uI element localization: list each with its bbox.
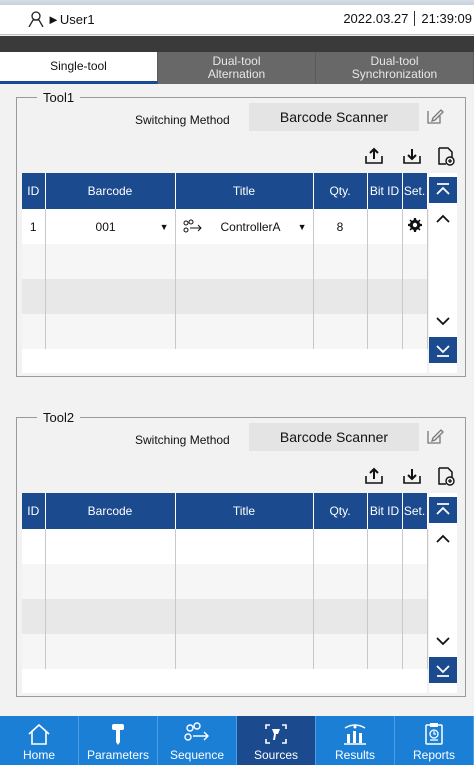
- column-header-bit-id: Bit ID: [367, 173, 403, 209]
- tab-label: Synchronization: [351, 67, 438, 81]
- scroll-bottom-button[interactable]: [429, 657, 457, 683]
- caret-down-icon: ▼: [159, 221, 169, 232]
- table-row[interactable]: [22, 634, 428, 669]
- cell-qty[interactable]: 8: [313, 209, 368, 244]
- status-bar: ►User1 2022.03.27 21:39:09: [0, 5, 474, 35]
- column-header-barcode: Barcode: [45, 493, 176, 529]
- gear-icon: [407, 218, 422, 232]
- user-name: ►User1: [47, 11, 95, 27]
- switching-method-label: Switching Method: [135, 433, 230, 447]
- scroll-top-button[interactable]: [429, 177, 457, 203]
- tab-single-tool[interactable]: Single-tool: [0, 52, 158, 84]
- nav-label: Reports: [412, 748, 456, 762]
- download-icon[interactable]: [400, 464, 424, 488]
- tool2-group: Tool2 Switching Method Barcode Scanner I…: [16, 410, 466, 697]
- date-text: 2022.03.27: [343, 11, 409, 26]
- user-indicator[interactable]: ►User1: [28, 11, 95, 27]
- tab-label: Single-tool: [50, 59, 107, 73]
- title-dropdown[interactable]: ControllerA ▼: [175, 209, 314, 244]
- table-row[interactable]: [22, 279, 428, 314]
- table-row[interactable]: 1 001 ▼ ControllerA ▼ 8: [22, 209, 428, 244]
- home-icon: [28, 723, 50, 745]
- edit-icon[interactable]: [425, 106, 445, 126]
- column-header-title: Title: [175, 493, 314, 529]
- nav-home[interactable]: Home: [0, 716, 79, 765]
- column-header-id: ID: [22, 173, 46, 209]
- column-header-barcode: Barcode: [45, 173, 176, 209]
- header-bar: [0, 36, 474, 52]
- column-header-title: Title: [175, 173, 314, 209]
- report-icon: [425, 723, 443, 745]
- column-header-set: Set.: [402, 493, 428, 529]
- nav-sources[interactable]: Sources: [237, 716, 316, 765]
- cell-id: 1: [22, 209, 46, 244]
- tool1-group: Tool1 Switching Method Barcode Scanner I…: [16, 90, 466, 377]
- upload-icon[interactable]: [362, 144, 386, 168]
- nav-label: Results: [334, 748, 375, 762]
- mode-tabs: Single-tool Dual-tool Alternation Dual-t…: [0, 52, 474, 84]
- scanner-icon: [265, 724, 287, 744]
- tool2-table: ID Barcode Title Qty. Bit ID Set.: [22, 493, 428, 693]
- nav-reports[interactable]: Reports: [395, 716, 474, 765]
- group-title: Tool1: [37, 90, 81, 105]
- column-header-qty: Qty.: [313, 173, 368, 209]
- sequence-icon: [184, 722, 209, 741]
- tool1-scrollbar: [429, 173, 457, 373]
- switching-method-select[interactable]: Barcode Scanner: [249, 103, 419, 131]
- time-text: 21:39:09: [414, 11, 474, 26]
- tab-label: Alternation: [207, 67, 266, 81]
- table-row[interactable]: [22, 564, 428, 599]
- settings-button[interactable]: [402, 209, 428, 244]
- table-row[interactable]: [22, 314, 428, 349]
- tab-dual-tool-alternation[interactable]: Dual-tool Alternation: [158, 52, 316, 84]
- tool1-table: ID Barcode Title Qty. Bit ID Set. 1 001 …: [22, 173, 428, 373]
- screw-icon: [112, 724, 124, 745]
- scroll-down-button[interactable]: [429, 625, 457, 657]
- switching-method-label: Switching Method: [135, 113, 230, 127]
- table-row[interactable]: [22, 529, 428, 564]
- scroll-down-button[interactable]: [429, 305, 457, 337]
- tab-dual-tool-synchronization[interactable]: Dual-tool Synchronization: [316, 52, 474, 84]
- scroll-up-button[interactable]: [429, 203, 457, 235]
- nav-parameters[interactable]: Parameters: [79, 716, 158, 765]
- table-row[interactable]: [22, 244, 428, 279]
- scroll-up-button[interactable]: [429, 523, 457, 555]
- user-icon: [28, 11, 44, 27]
- group-title: Tool2: [37, 410, 81, 425]
- nav-results[interactable]: Results: [316, 716, 395, 765]
- cell-bit-id[interactable]: [367, 209, 403, 244]
- title-value: ControllerA: [220, 219, 281, 234]
- scroll-bottom-button[interactable]: [429, 337, 457, 363]
- column-header-id: ID: [22, 493, 46, 529]
- switching-method-select[interactable]: Barcode Scanner: [249, 423, 419, 451]
- column-header-set: Set.: [402, 173, 428, 209]
- chart-icon: [344, 724, 366, 745]
- column-header-bit-id: Bit ID: [367, 493, 403, 529]
- upload-icon[interactable]: [362, 464, 386, 488]
- datetime: 2022.03.27 21:39:09: [343, 11, 474, 26]
- sequence-icon: [183, 219, 202, 232]
- edit-icon[interactable]: [425, 426, 445, 446]
- nav-label: Parameters: [86, 748, 150, 762]
- caret-down-icon: ▼: [297, 221, 307, 232]
- column-header-qty: Qty.: [313, 493, 368, 529]
- add-file-icon[interactable]: [434, 144, 458, 168]
- scroll-top-button[interactable]: [429, 497, 457, 523]
- barcode-value: 001: [95, 219, 116, 234]
- add-file-icon[interactable]: [434, 464, 458, 488]
- bottom-nav: Home Parameters Sequence Sources Results…: [0, 716, 474, 765]
- nav-label: Sequence: [169, 748, 225, 762]
- table-row[interactable]: [22, 599, 428, 634]
- barcode-dropdown[interactable]: 001 ▼: [45, 209, 176, 244]
- nav-sequence[interactable]: Sequence: [158, 716, 237, 765]
- nav-label: Home: [22, 748, 55, 762]
- nav-label: Sources: [253, 748, 299, 762]
- tool2-scrollbar: [429, 493, 457, 693]
- download-icon[interactable]: [400, 144, 424, 168]
